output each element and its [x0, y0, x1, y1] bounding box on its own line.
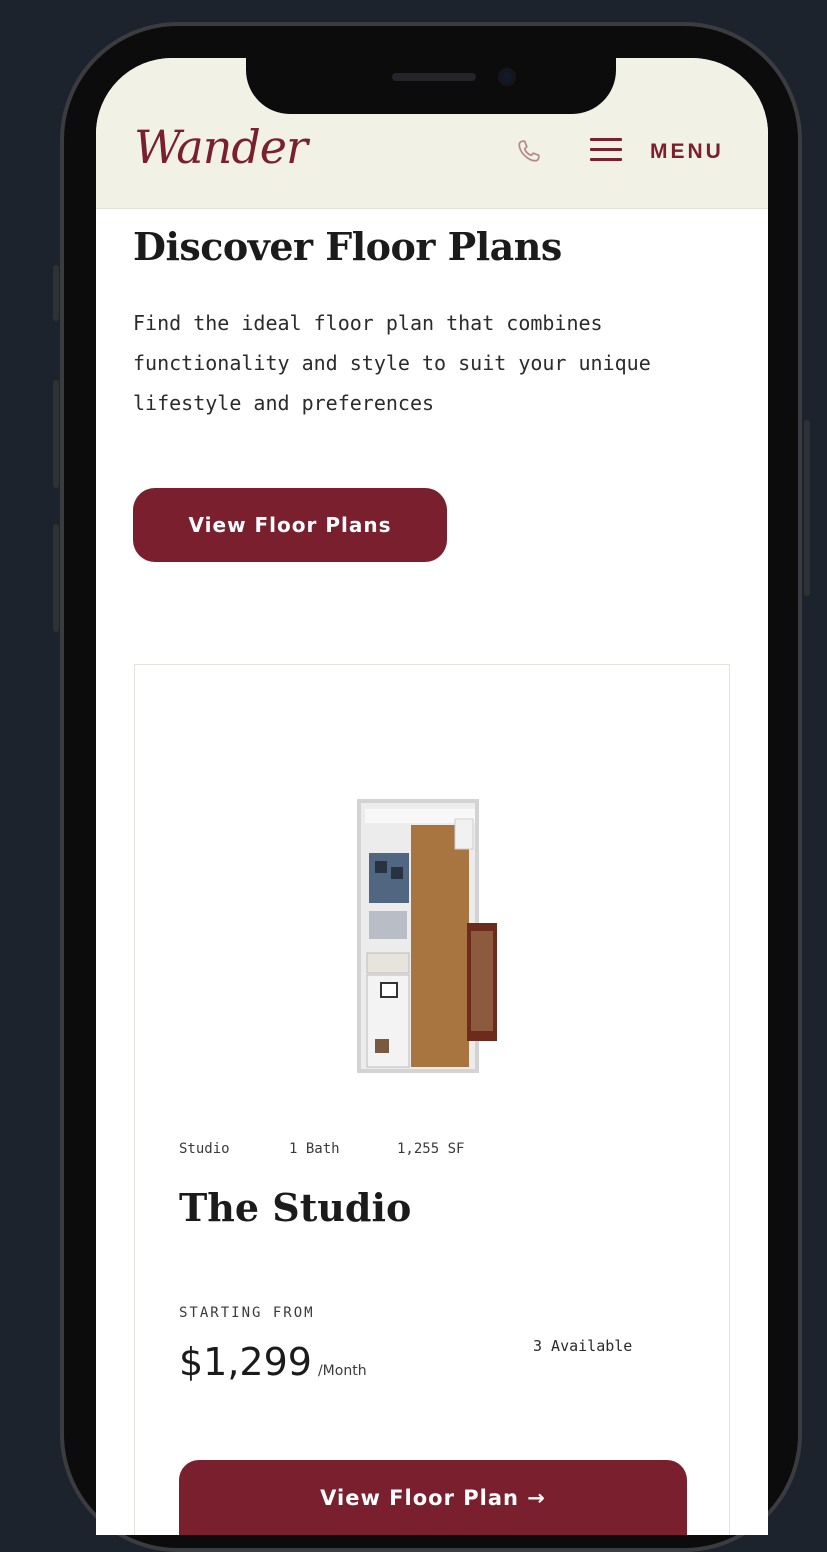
price-unit: /Month — [317, 1363, 367, 1379]
phone-notch — [246, 40, 616, 114]
phone-side-button — [53, 380, 59, 488]
phone-icon[interactable] — [516, 138, 542, 164]
phone-screen: Wander MENU Discover Floor Plans Find th… — [96, 58, 768, 1535]
unit-type: Studio — [179, 1141, 230, 1157]
floor-plan-image[interactable] — [355, 795, 515, 1075]
view-floor-plan-button[interactable]: View Floor Plan → — [179, 1460, 687, 1535]
speaker — [392, 73, 476, 81]
hamburger-icon[interactable] — [590, 138, 622, 162]
menu-button[interactable]: MENU — [650, 140, 724, 164]
phone-side-button — [53, 524, 59, 632]
brand-logo[interactable]: Wander — [134, 120, 308, 174]
plan-title: The Studio — [179, 1185, 412, 1230]
phone-side-button — [804, 420, 810, 596]
bath-count: 1 Bath — [289, 1141, 340, 1157]
price: $1,299/Month — [179, 1340, 367, 1384]
page-title: Discover Floor Plans — [133, 224, 562, 269]
starting-from-label: STARTING FROM — [179, 1305, 315, 1321]
view-floor-plans-button[interactable]: View Floor Plans — [133, 488, 447, 562]
square-footage: 1,255 SF — [397, 1141, 465, 1157]
intro-text: Find the ideal floor plan that combines … — [133, 311, 651, 415]
camera-icon — [498, 68, 516, 86]
phone-side-button — [53, 265, 59, 321]
price-value: $1,299 — [179, 1340, 312, 1384]
availability-count: 3 Available — [533, 1337, 633, 1355]
floor-plan-card: Studio 1 Bath 1,255 SF The Studio STARTI… — [134, 664, 730, 1535]
